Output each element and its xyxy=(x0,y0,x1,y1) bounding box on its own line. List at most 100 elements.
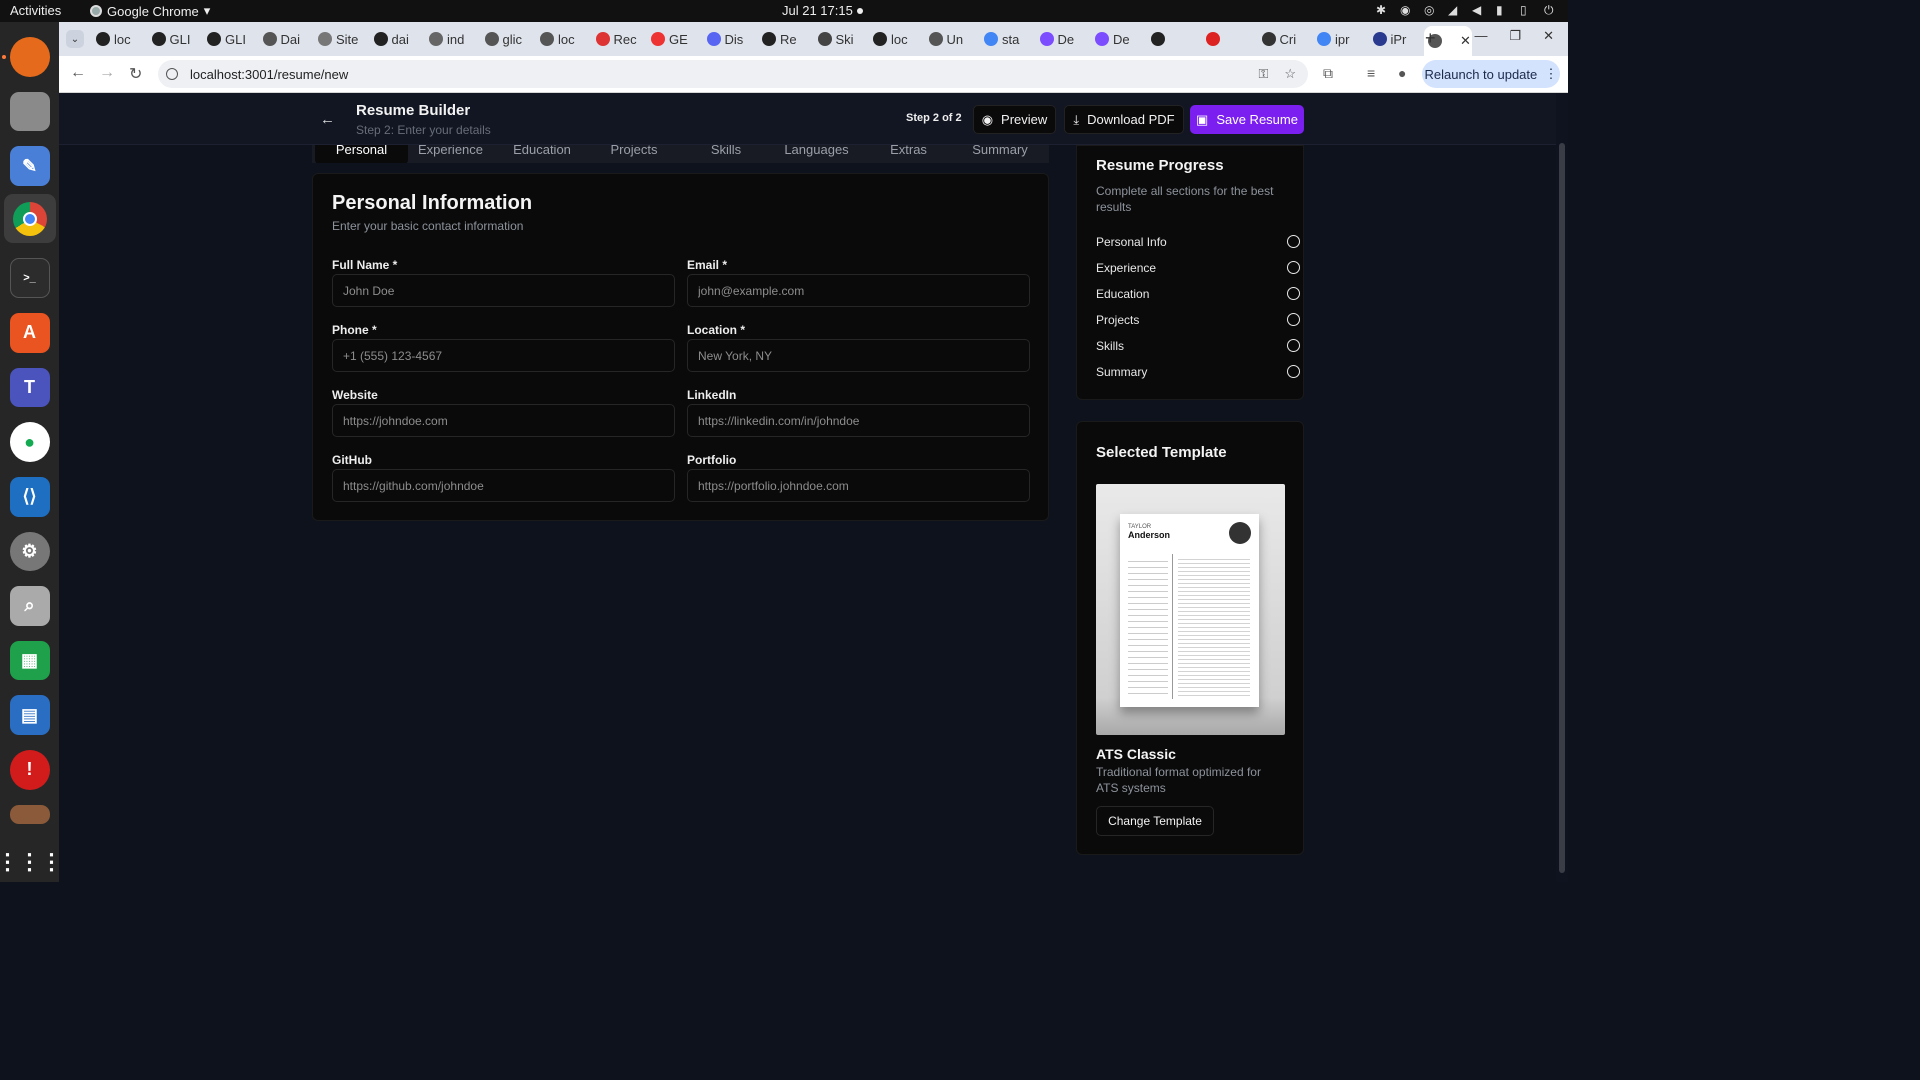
template-divider xyxy=(1172,554,1173,699)
clock[interactable]: Jul 21 17:15 xyxy=(782,3,853,18)
browser-tab[interactable]: GE xyxy=(647,27,699,51)
tab-search-button[interactable]: ⌄ xyxy=(66,30,84,48)
linkedin-input[interactable] xyxy=(687,404,1030,437)
tab-label: GLI xyxy=(169,31,191,47)
back-arrow-icon[interactable]: ← xyxy=(70,64,86,82)
files-icon[interactable] xyxy=(9,91,50,132)
browser-tab[interactable]: Dis xyxy=(703,27,755,51)
browser-tab[interactable]: glic xyxy=(481,27,533,51)
browser-tab[interactable]: De xyxy=(1091,27,1143,51)
show-apps-icon[interactable]: ⋮⋮⋮ xyxy=(0,842,63,882)
spreadsheet-icon[interactable]: ▦ xyxy=(9,640,50,681)
tab-label: dai xyxy=(391,31,409,47)
scrollbar-thumb[interactable] xyxy=(1559,143,1565,873)
minimize-button[interactable]: — xyxy=(1474,28,1487,44)
github-input[interactable] xyxy=(332,469,675,502)
browser-tab[interactable]: ind xyxy=(425,27,477,51)
linkedin-label: LinkedIn xyxy=(687,388,737,402)
browser-tab[interactable]: Dai xyxy=(259,27,311,51)
browser-tab[interactable]: iPr xyxy=(1369,27,1421,51)
forward-arrow-icon[interactable]: → xyxy=(99,64,115,82)
tab-extras[interactable]: Extras xyxy=(862,145,955,163)
browser-tab[interactable]: Cri xyxy=(1258,27,1310,51)
search-tool-icon[interactable]: ⌕ xyxy=(9,586,50,626)
tab-favicon-icon xyxy=(873,32,887,46)
browser-tab[interactable]: Site xyxy=(314,27,366,51)
browser-tab[interactable]: Re xyxy=(758,27,810,51)
portfolio-input[interactable] xyxy=(687,469,1030,502)
browser-tab[interactable]: loc xyxy=(92,27,144,51)
tab-favicon-icon xyxy=(1095,32,1109,46)
app-menu[interactable]: Google Chrome ▾ xyxy=(90,3,210,19)
reload-icon[interactable]: ↻ xyxy=(129,64,142,84)
text-editor-icon[interactable]: ✎ xyxy=(9,146,50,186)
tab-education[interactable]: Education xyxy=(496,145,588,163)
activities-button[interactable]: Activities xyxy=(10,3,61,18)
mongodb-compass-icon[interactable]: ● xyxy=(9,422,50,462)
firefox-icon[interactable] xyxy=(1,37,50,77)
change-template-button[interactable]: Change Template xyxy=(1096,806,1214,836)
browser-tab[interactable]: loc xyxy=(536,27,588,51)
teams-icon[interactable]: T xyxy=(9,367,50,408)
preview-button[interactable]: ◉ Preview xyxy=(973,105,1056,134)
browser-tab[interactable]: De xyxy=(1036,27,1088,51)
new-tab-button[interactable]: + xyxy=(1425,28,1436,49)
bookmark-star-icon[interactable]: ☆ xyxy=(1284,66,1296,82)
tab-languages[interactable]: Languages xyxy=(772,145,861,163)
media-control-icon[interactable]: ≡ xyxy=(1367,65,1375,81)
phone-input[interactable] xyxy=(332,339,675,372)
browser-tab[interactable] xyxy=(1147,27,1199,51)
browser-tab[interactable]: sta xyxy=(980,27,1032,51)
browser-tab[interactable]: Un xyxy=(925,27,977,51)
url-text: localhost:3001/resume/new xyxy=(190,66,349,82)
folder-icon[interactable] xyxy=(9,804,50,825)
writer-icon[interactable]: ▤ xyxy=(9,695,50,736)
tab-experience[interactable]: Experience xyxy=(405,145,496,163)
chrome-dock-icon[interactable] xyxy=(3,193,56,244)
save-resume-button[interactable]: ▣ Save Resume xyxy=(1190,105,1304,134)
site-info-icon[interactable] xyxy=(166,68,178,80)
browser-tab[interactable]: GLI xyxy=(148,27,200,51)
browser-tab[interactable]: Rec xyxy=(592,27,644,51)
browser-tab[interactable]: Ski xyxy=(814,27,866,51)
back-arrow-icon[interactable]: ← xyxy=(320,111,335,128)
vscode-icon[interactable]: ⟨⟩ xyxy=(9,476,50,517)
close-tab-icon[interactable]: ✕ xyxy=(1460,33,1471,49)
browser-tab[interactable]: ipr xyxy=(1313,27,1365,51)
tab-favicon-icon xyxy=(1317,32,1331,46)
page-scrollbar[interactable] xyxy=(1556,93,1568,882)
close-window-button[interactable]: ✕ xyxy=(1543,28,1554,44)
extension-icon: ◉ xyxy=(1400,3,1411,17)
email-input[interactable] xyxy=(687,274,1030,307)
website-input[interactable] xyxy=(332,404,675,437)
location-input[interactable] xyxy=(687,339,1030,372)
full-name-input[interactable] xyxy=(332,274,675,307)
tab-label: Dis xyxy=(724,31,744,47)
tab-projects[interactable]: Projects xyxy=(588,145,680,163)
template-preview-image[interactable]: TAYLOR Anderson xyxy=(1096,484,1285,735)
tab-label: glic xyxy=(502,31,523,47)
tab-summary[interactable]: Summary xyxy=(955,145,1045,163)
download-pdf-button[interactable]: ⤓ Download PDF xyxy=(1064,105,1184,134)
system-tray[interactable]: ✱ ◉ ◎ ◢ ◀ ▮ ▯ ⏻ xyxy=(1376,3,1556,17)
template-right-column xyxy=(1178,556,1250,696)
tab-label: De xyxy=(1057,31,1075,47)
relaunch-button[interactable]: Relaunch to update ⋮ xyxy=(1422,60,1560,88)
browser-tab[interactable] xyxy=(1202,27,1254,51)
software-center-icon[interactable]: A xyxy=(9,313,50,353)
update-alert-icon[interactable]: ! xyxy=(9,750,50,790)
browser-tab[interactable]: dai xyxy=(370,27,422,51)
template-left-column xyxy=(1128,556,1168,696)
profile-icon[interactable]: ● xyxy=(1398,65,1406,81)
tab-personal[interactable]: Personal xyxy=(315,145,408,163)
settings-icon[interactable]: ⚙ xyxy=(9,531,50,572)
address-bar[interactable]: localhost:3001/resume/new ⚿ ☆ xyxy=(158,60,1308,88)
section-subtitle: Enter your basic contact information xyxy=(332,219,524,233)
browser-tab[interactable]: GLI xyxy=(203,27,255,51)
terminal-icon[interactable]: >_ xyxy=(9,258,50,299)
password-key-icon[interactable]: ⚿ xyxy=(1258,66,1268,82)
tab-skills[interactable]: Skills xyxy=(680,145,772,163)
browser-tab[interactable]: loc xyxy=(869,27,921,51)
maximize-button[interactable]: ❐ xyxy=(1509,28,1521,44)
extensions-icon[interactable]: ⧉ xyxy=(1323,65,1333,82)
